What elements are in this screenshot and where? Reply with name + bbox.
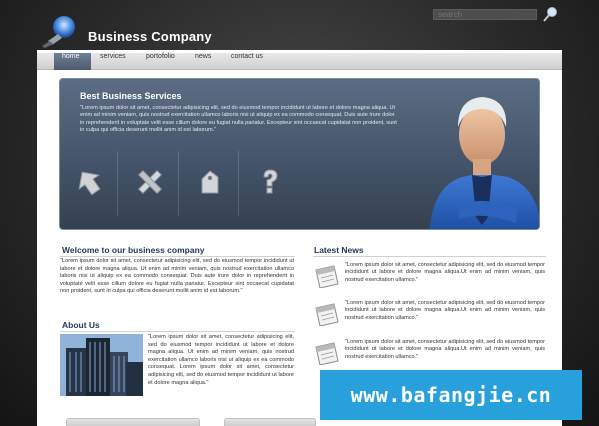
feature-question[interactable] [241,151,299,216]
about-heading: About Us [62,320,100,330]
banner-title: Best Business Services [80,91,182,101]
question-icon [263,169,278,194]
banner-text: "Lorem ipsum dolor sit amet, consectetur… [80,105,397,133]
welcome-text: "Lorem ipsum dolor sit amet, consectetur… [60,258,294,295]
tag-icon [201,170,219,194]
news-text: "Lorem ipsum dolor sit amet, consectetur… [345,339,545,360]
feature-tag[interactable] [181,151,239,216]
promo-banner[interactable]: www.bafangjie.cn [320,370,582,420]
news-heading: Latest News [314,245,364,255]
nav-item-portofolio[interactable]: portofolio [138,53,183,70]
search-input[interactable] [433,9,537,20]
feature-arrow[interactable] [60,151,118,216]
calendar-icon [315,303,339,326]
feature-icons [60,151,300,216]
footer-tab [224,418,316,426]
nav-item-home[interactable]: home [54,53,91,70]
footer-tab [66,418,200,426]
main-nav: home services portofolio news contact us [37,53,562,70]
nav-item-services[interactable]: services [92,53,134,70]
news-text: "Lorem ipsum dolor sit amet, consectetur… [345,262,545,283]
calendar-icon [315,342,339,365]
arrow-up-icon [78,171,101,196]
brand-name[interactable]: Business Company [88,29,212,44]
nav-item-news[interactable]: news [187,53,219,70]
divider [60,331,295,332]
divider [60,256,295,257]
calendar-icon [315,265,339,288]
hero-banner: Best Business Services "Lorem ipsum dolo… [59,78,540,230]
welcome-heading: Welcome to our business company [62,245,205,255]
businessman-photo [430,97,539,229]
search-icon[interactable] [542,6,558,22]
about-text: "Lorem ipsum dolor sit amet, consectetur… [148,334,294,386]
feature-tools[interactable] [121,151,179,216]
office-building-image [60,334,143,396]
nav-item-contact[interactable]: contact us [223,53,271,70]
news-item[interactable]: "Lorem ipsum dolor sit amet, consectetur… [313,262,545,298]
divider [313,256,546,257]
tools-icon [137,169,163,195]
lightbulb-logo-icon [42,16,75,48]
news-text: "Lorem ipsum dolor sit amet, consectetur… [345,300,545,321]
news-item[interactable]: "Lorem ipsum dolor sit amet, consectetur… [313,300,545,336]
